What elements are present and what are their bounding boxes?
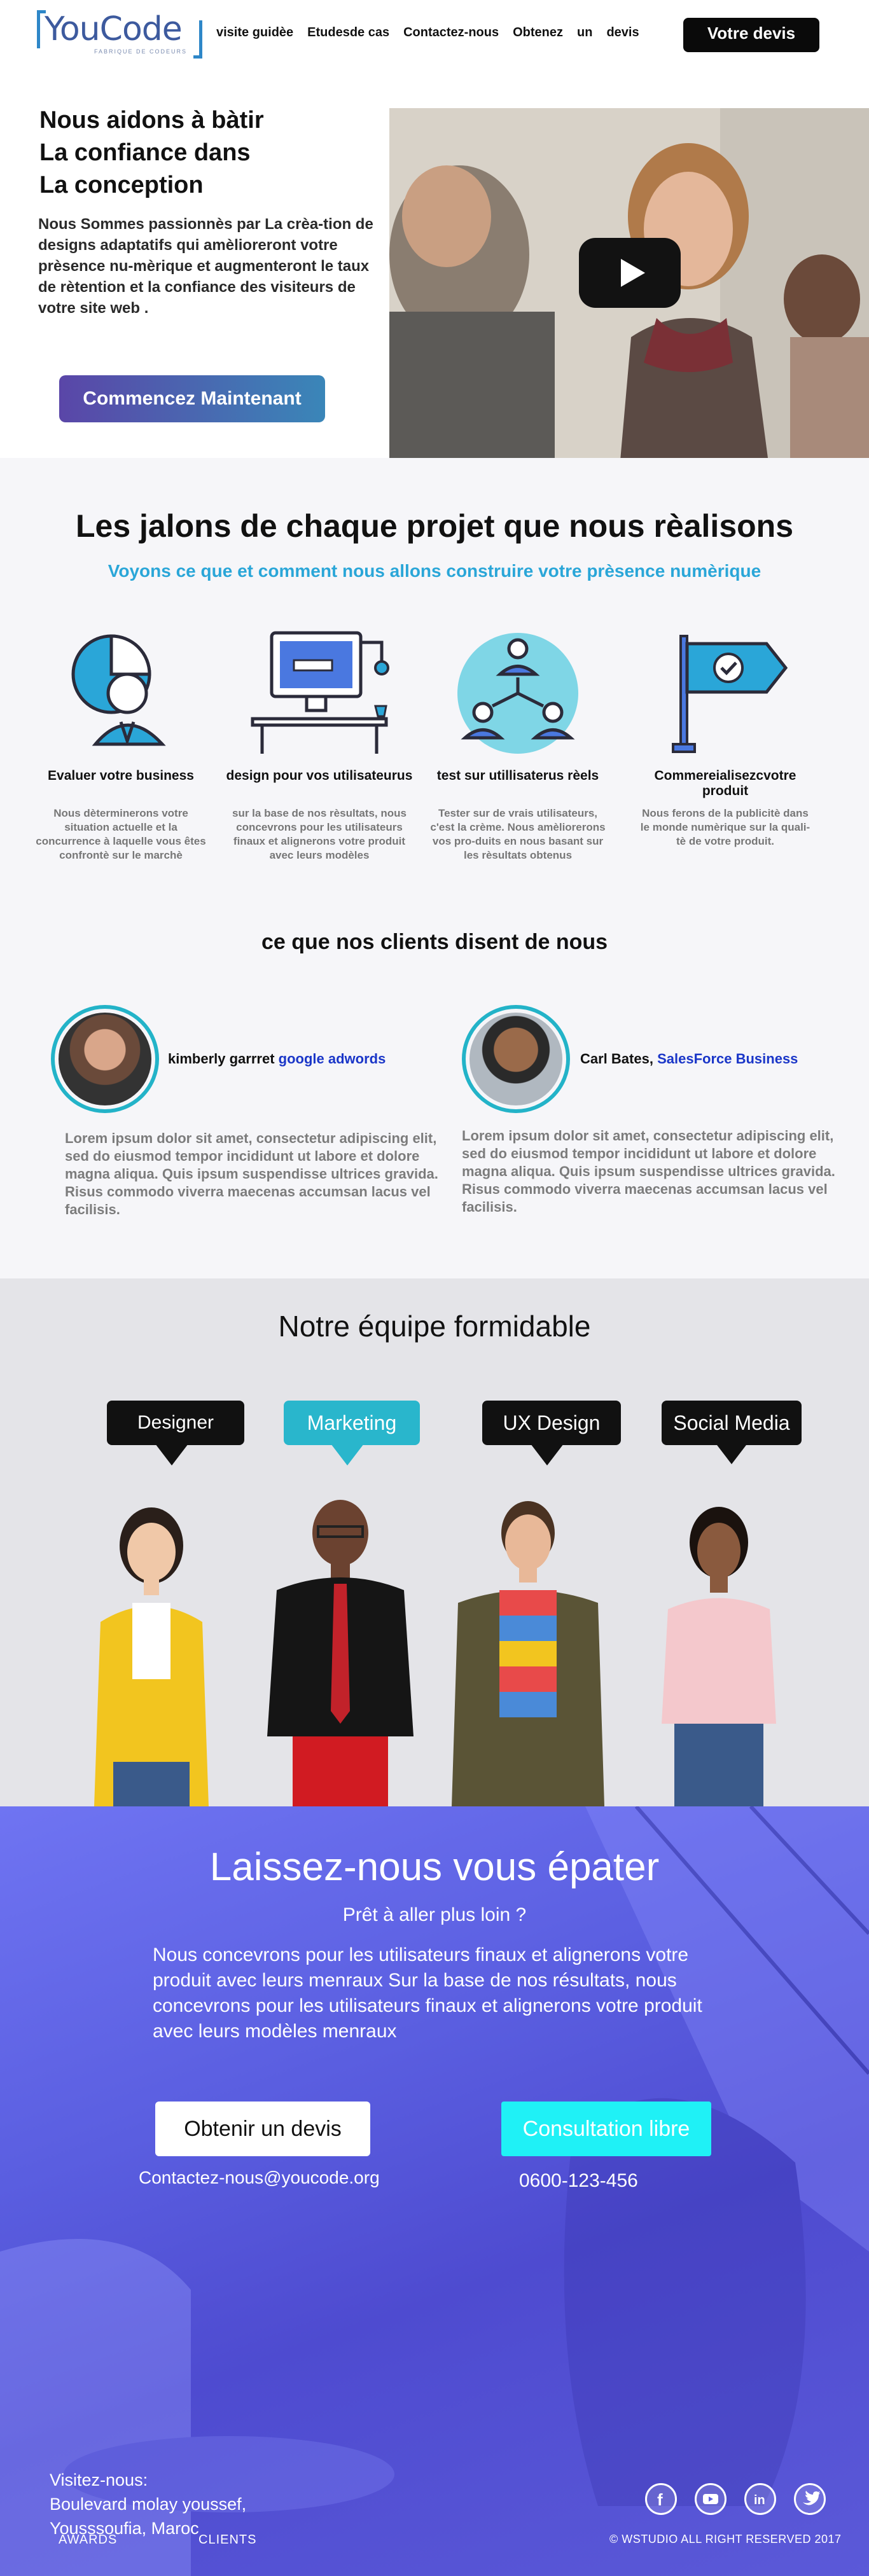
nav-links: visite guidèe Etudesde cas Contactez-nou… — [216, 25, 653, 40]
nav-link-obtenez[interactable]: Obtenez — [513, 25, 563, 40]
free-consultation-button[interactable]: Consultation libre — [501, 2102, 711, 2156]
hero-title-line: Nous aidons à bàtir — [39, 107, 264, 134]
hero-title-line: La confiance dans — [39, 139, 251, 166]
logo-bracket-right — [193, 20, 202, 59]
testimonial-text: Lorem ipsum dolor sit amet, consectetur … — [462, 1128, 835, 1215]
svg-text:f: f — [657, 2490, 663, 2509]
hero-video[interactable] — [389, 108, 869, 482]
team-member-social-media — [662, 1507, 776, 1806]
client-name: Carl Bates, — [580, 1051, 653, 1067]
cta-title: Laissez-nous vous épater — [209, 1845, 660, 1889]
facebook-icon[interactable]: f — [645, 2483, 677, 2515]
nav-link-devis[interactable]: devis — [606, 25, 639, 40]
testimonial-text: Lorem ipsum dolor sit amet, consectetur … — [65, 1130, 438, 1217]
hero-paragraph: Nous Sommes passionnès par La crèa-tion … — [38, 216, 373, 317]
logo-tagline: FABRIQUE DE CODEURS — [94, 48, 188, 55]
hero-title: Nous aidons à bàtir La confiance dans La… — [39, 104, 370, 202]
logo-text: YouCode — [45, 10, 183, 48]
footer-link-clients[interactable]: CLIENTS — [198, 2533, 256, 2547]
feature-title: Commereialisezcvotre produit — [654, 768, 796, 798]
cta-body: Nous concevrons pour les utilisateurs fi… — [153, 1944, 702, 2042]
address-block: Visitez-nous: Boulevard molay youssef, Y… — [50, 2468, 317, 2540]
quote-button[interactable]: Votre devis — [683, 18, 819, 52]
get-quote-button[interactable]: Obtenir un devis — [155, 2102, 370, 2156]
desktop-design-icon — [249, 630, 389, 757]
user-chart-icon — [51, 630, 191, 757]
bubble-tail — [155, 1444, 188, 1465]
testimonial-name: Carl Bates, SalesForce Business — [580, 1051, 798, 1067]
feature-desc: Nous ferons de la publicitè dans le mond… — [640, 807, 810, 847]
bubble-tail — [715, 1443, 748, 1464]
header: YouCode FABRIQUE DE CODEURS visite guidè… — [0, 0, 869, 70]
client-company: SalesForce Business — [657, 1051, 798, 1067]
nav-link-visite[interactable]: visite guidèe — [216, 25, 293, 40]
address-line: Boulevard molay youssef, — [50, 2495, 247, 2514]
get-started-button[interactable]: Commencez Maintenant — [59, 375, 325, 422]
twitter-icon[interactable] — [794, 2483, 826, 2515]
nav-link-un[interactable]: un — [577, 25, 592, 40]
feature-desc: Tester sur de vrais utilisateurs, c'est … — [430, 807, 606, 861]
client-name: kimberly garrret — [168, 1051, 275, 1067]
user-network-icon — [448, 630, 588, 757]
bubble-tail — [331, 1444, 364, 1465]
bubble-tail — [531, 1444, 564, 1465]
testimonial-name: kimberly garrret google adwords — [168, 1051, 386, 1067]
social-links: f in — [645, 2483, 844, 2515]
role-bubble: Social Media — [662, 1401, 802, 1445]
avatar — [51, 1005, 159, 1113]
avatar — [462, 1005, 570, 1113]
milestones-subtitle: Voyons ce que et comment nous allons con… — [108, 561, 761, 581]
milestones-title: Les jalons de chaque projet que nous rèa… — [75, 508, 794, 544]
role-bubble: Designer — [107, 1401, 244, 1445]
nav-link-etudes[interactable]: Etudesde cas — [307, 25, 389, 40]
team-member-ux-design — [452, 1501, 604, 1806]
feature-title: Evaluer votre business — [48, 768, 194, 783]
flag-check-icon — [655, 630, 795, 757]
linkedin-icon[interactable]: in — [744, 2483, 776, 2515]
feature-card: test sur utillisaterus rèels Tester sur … — [422, 630, 613, 861]
play-button[interactable] — [579, 238, 681, 308]
avatar-photo — [469, 1013, 562, 1105]
youtube-icon[interactable] — [695, 2483, 726, 2515]
copyright: © WSTUDIO ALL RIGHT RESERVED 2017 — [609, 2533, 842, 2545]
logo[interactable]: YouCode FABRIQUE DE CODEURS — [37, 9, 209, 59]
team-member-designer — [94, 1507, 209, 1806]
team-member-marketing — [267, 1500, 414, 1806]
cta-subtitle: Prêt à aller plus loin ? — [342, 1904, 527, 1925]
hero-title-line: La conception — [39, 172, 204, 198]
role-bubble: Marketing — [284, 1401, 420, 1445]
team-title: Notre équipe formidable — [278, 1310, 591, 1343]
contact-email[interactable]: Contactez-nous@youcode.org — [139, 2168, 393, 2188]
feature-title: test sur utillisaterus rèels — [436, 768, 599, 783]
play-icon — [621, 259, 645, 287]
client-company: google adwords — [278, 1051, 386, 1067]
avatar-photo — [59, 1013, 151, 1105]
feature-title: design pour vos utilisateurus — [226, 768, 413, 783]
feature-card: Commereialisezcvotre produit Nous ferons… — [630, 630, 821, 847]
role-bubble: UX Design — [482, 1401, 621, 1445]
visit-label: Visitez-nous: — [50, 2470, 148, 2489]
svg-text:in: in — [754, 2493, 765, 2507]
contact-phone[interactable]: 0600-123-456 — [519, 2170, 710, 2192]
footer-link-awards[interactable]: AWARDS — [59, 2533, 117, 2547]
feature-card: design pour vos utilisateurus sur la bas… — [224, 630, 415, 861]
feature-desc: Nous dèterminerons votre situation actue… — [36, 807, 206, 861]
nav-link-contact[interactable]: Contactez-nous — [403, 25, 499, 40]
feature-card: Evaluer votre business Nous dètermineron… — [25, 630, 216, 861]
feature-desc: sur la base de nos rèsultats, nous conce… — [232, 807, 407, 861]
testimonials-heading: ce que nos clients disent de nous — [261, 930, 608, 954]
